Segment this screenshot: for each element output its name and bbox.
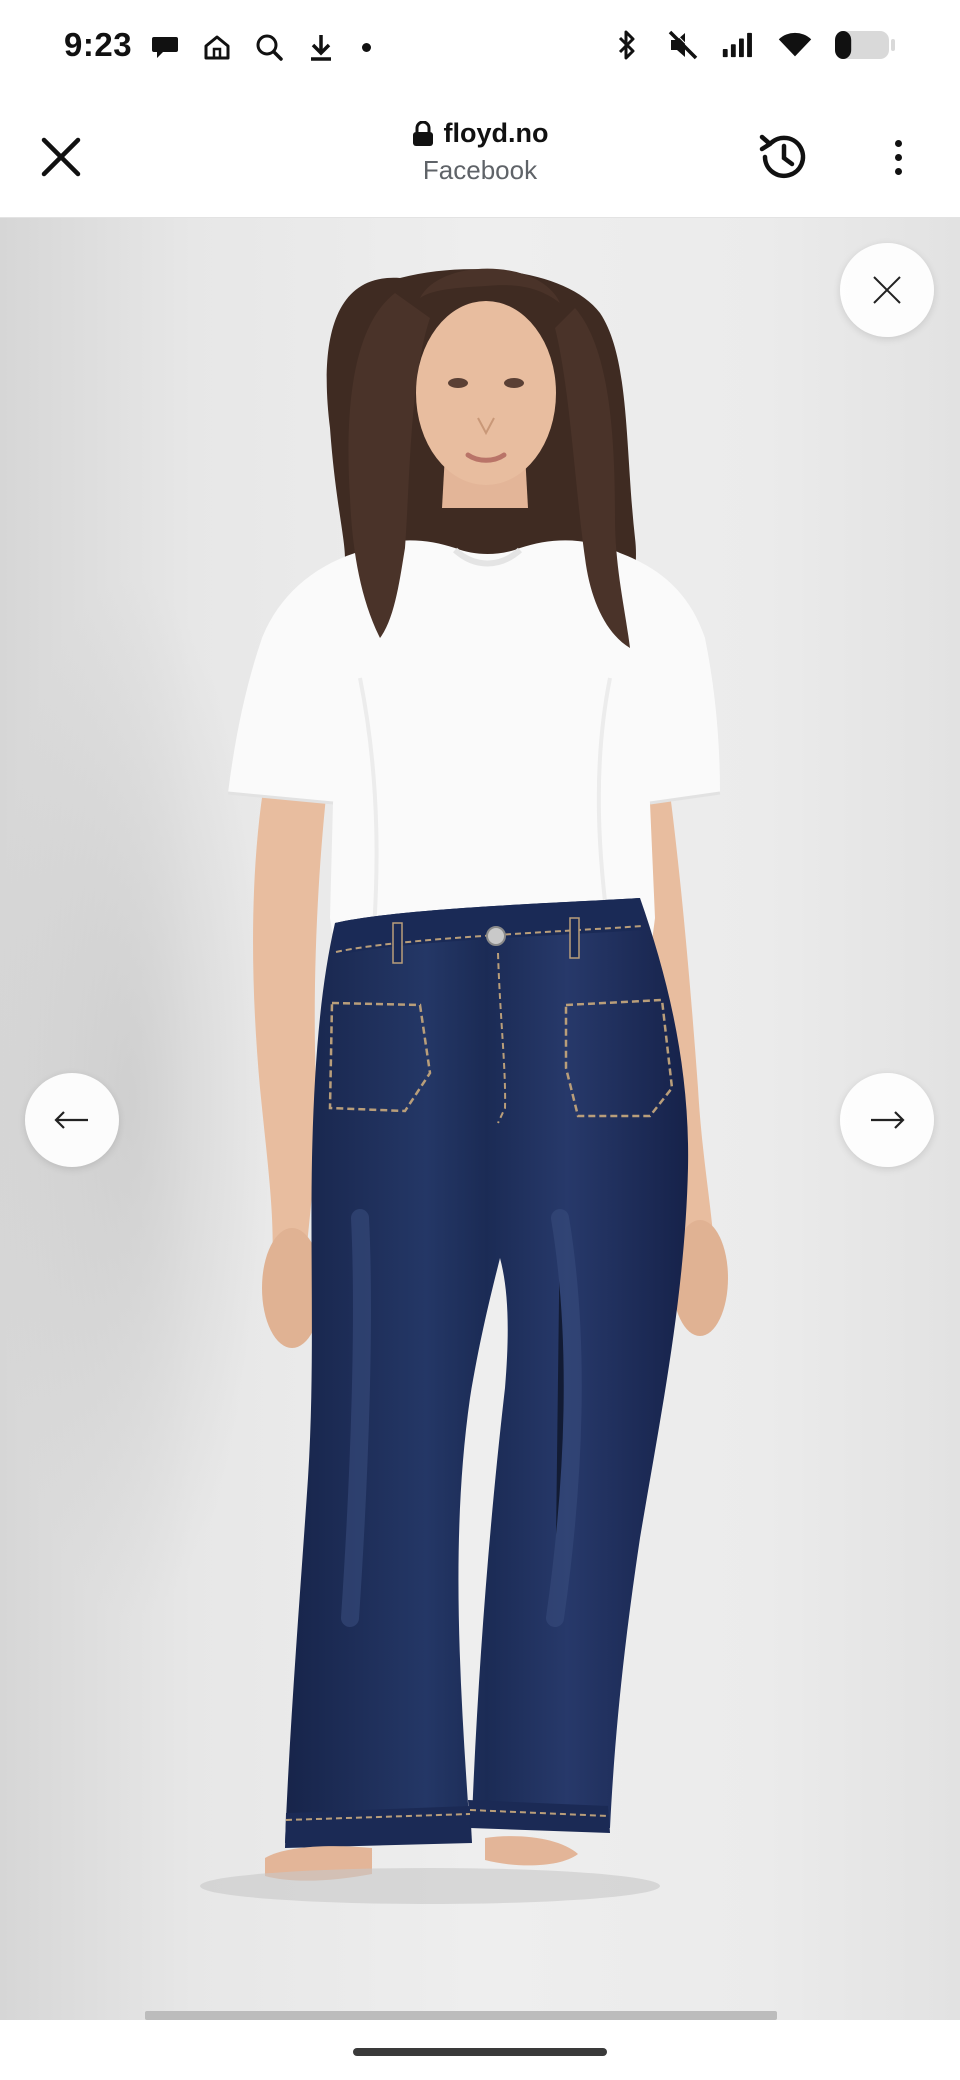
wifi-icon (778, 28, 812, 62)
more-options-button[interactable] (876, 127, 920, 187)
home-indicator[interactable] (353, 2048, 607, 2056)
previous-image-button[interactable] (25, 1073, 119, 1167)
lock-icon (412, 120, 433, 146)
status-notification-icons (148, 30, 371, 64)
bluetooth-icon (610, 28, 644, 62)
close-icon (41, 137, 81, 177)
product-image-viewer[interactable] (0, 218, 960, 2020)
more-vertical-icon (894, 139, 902, 147)
custom-tab-toolbar: floyd.no Facebook (0, 96, 960, 218)
page-domain: floyd.no (443, 118, 549, 148)
close-tab-button[interactable] (30, 126, 92, 188)
status-system-icons (610, 28, 896, 62)
mute-icon (666, 28, 700, 62)
arrow-left-icon (54, 1111, 88, 1129)
url-area[interactable]: floyd.no Facebook (280, 118, 680, 186)
close-icon (873, 276, 901, 304)
status-bar: 9:23 (0, 0, 960, 96)
history-icon (759, 134, 806, 179)
product-photo (0, 268, 728, 1904)
home-icon (200, 30, 234, 64)
signal-icon (722, 28, 756, 62)
chat-bubble-icon (148, 30, 182, 64)
next-image-button[interactable] (840, 1073, 934, 1167)
download-icon (304, 30, 338, 64)
dot-icon (362, 42, 371, 52)
history-button[interactable] (752, 125, 816, 189)
battery-icon (834, 28, 896, 62)
system-navigation-bar (0, 2020, 960, 2080)
horizontal-scrollbar[interactable] (145, 2011, 777, 2020)
close-viewer-button[interactable] (840, 243, 934, 337)
status-time: 9:23 (64, 26, 133, 63)
page-source-label: Facebook (422, 155, 538, 185)
search-icon (252, 30, 286, 64)
arrow-right-icon (871, 1111, 905, 1129)
